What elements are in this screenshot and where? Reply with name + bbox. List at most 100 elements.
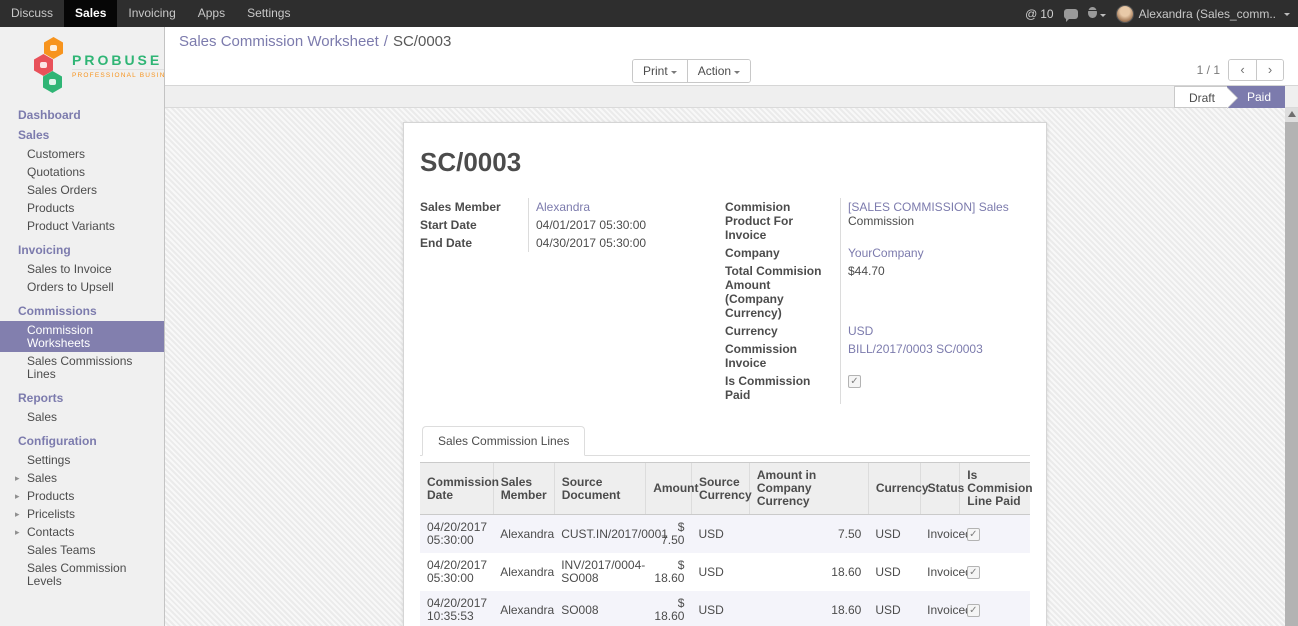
sidebar-item-commission-worksheets[interactable]: Commission Worksheets xyxy=(0,321,164,352)
pager-previous-button[interactable]: ‹ xyxy=(1229,60,1256,80)
sidebar-item-config-contacts[interactable]: ▸Contacts xyxy=(0,523,164,541)
form-view-background: SC/0003 Sales Member Alexandra Start Dat… xyxy=(165,108,1298,626)
debug-menu[interactable] xyxy=(1088,7,1106,21)
commission-product-link[interactable]: [SALES COMMISSION] Sales xyxy=(848,200,1009,214)
cell-amount-company: 7.50 xyxy=(749,515,868,554)
sidebar-item-products[interactable]: Products xyxy=(0,199,164,217)
sidebar-section-invoicing[interactable]: Invoicing xyxy=(0,240,164,260)
column-header-sales-member[interactable]: Sales Member xyxy=(493,463,554,515)
sidebar-nav: Dashboard Sales Customers Quotations Sal… xyxy=(0,105,164,600)
nav-item-sales[interactable]: Sales xyxy=(64,0,117,27)
field-value-sales-member[interactable]: Alexandra xyxy=(536,200,590,214)
top-nav: Discuss Sales Invoicing Apps Settings @ … xyxy=(0,0,1298,27)
sidebar-section-reports[interactable]: Reports xyxy=(0,388,164,408)
table-row[interactable]: 04/20/2017 05:30:00 Alexandra CUST.IN/20… xyxy=(420,515,1030,554)
sidebar-item-reports-sales[interactable]: Sales xyxy=(0,408,164,426)
sidebar-section-configuration[interactable]: Configuration xyxy=(0,431,164,451)
chat-bubble-icon[interactable] xyxy=(1064,9,1078,19)
form-sheet: SC/0003 Sales Member Alexandra Start Dat… xyxy=(403,122,1047,626)
field-value-commission-product: [SALES COMMISSION] Sales Commission xyxy=(840,198,1030,244)
cell-source-document: INV/2017/0004-SO008 xyxy=(554,553,646,591)
column-header-source-currency[interactable]: Source Currency xyxy=(691,463,749,515)
column-header-amount-company-currency[interactable]: Amount in Company Currency xyxy=(749,463,868,515)
commission-lines-table: Commission Date Sales Member Source Docu… xyxy=(420,462,1030,626)
nav-item-discuss[interactable]: Discuss xyxy=(0,0,64,27)
breadcrumb: Sales Commission Worksheet / SC/0003 xyxy=(165,27,1298,56)
sidebar-item-orders-to-upsell[interactable]: Orders to Upsell xyxy=(0,278,164,296)
caret-down-icon xyxy=(671,71,677,77)
logo-hexagons-icon xyxy=(34,37,68,93)
pager-counter: 1 / 1 xyxy=(1197,63,1220,77)
nav-item-invoicing[interactable]: Invoicing xyxy=(117,0,186,27)
sidebar-item-settings[interactable]: Settings xyxy=(0,451,164,469)
field-value-start-date: 04/01/2017 05:30:00 xyxy=(528,216,725,234)
sidebar-item-sales-to-invoice[interactable]: Sales to Invoice xyxy=(0,260,164,278)
hexagon-orange-icon xyxy=(44,37,63,59)
action-button-group: Print Action xyxy=(632,59,751,83)
cell-currency: USD xyxy=(868,515,920,554)
nav-item-apps[interactable]: Apps xyxy=(187,0,236,27)
nav-item-settings[interactable]: Settings xyxy=(236,0,301,27)
expand-arrow-icon: ▸ xyxy=(15,526,27,539)
action-button[interactable]: Action xyxy=(687,60,750,82)
cell-currency: USD xyxy=(868,591,920,626)
field-value-company[interactable]: YourCompany xyxy=(848,246,924,260)
field-value-commission-invoice[interactable]: BILL/2017/0003 SC/0003 xyxy=(848,342,983,356)
checkmark-icon: ✓ xyxy=(969,529,977,540)
is-commission-paid-checkbox: ✓ xyxy=(848,375,861,388)
sidebar-item-sales-commissions-lines[interactable]: Sales Commissions Lines xyxy=(0,352,164,383)
control-panel: Print Action 1 / 1 ‹ › xyxy=(165,56,1298,86)
print-button[interactable]: Print xyxy=(633,60,687,82)
caret-down-icon xyxy=(1100,14,1106,20)
sidebar-item-sales-orders[interactable]: Sales Orders xyxy=(0,181,164,199)
field-value-end-date: 04/30/2017 05:30:00 xyxy=(528,234,725,252)
app-logo: PROBUSE PROFESSIONAL BUSINESS xyxy=(0,27,164,105)
sidebar-item-sales-teams[interactable]: Sales Teams xyxy=(0,541,164,559)
column-header-is-commission-line-paid[interactable]: Is Commision Line Paid xyxy=(960,463,1030,515)
sidebar-item-config-products[interactable]: ▸Products xyxy=(0,487,164,505)
field-label-end-date: End Date xyxy=(420,234,528,252)
sidebar-item-product-variants[interactable]: Product Variants xyxy=(0,217,164,235)
user-name: Alexandra (Sales_comm.. xyxy=(1139,7,1276,21)
breadcrumb-current: SC/0003 xyxy=(393,33,451,50)
cell-sales-member: Alexandra xyxy=(493,553,554,591)
cell-source-currency: USD xyxy=(691,591,749,626)
record-title: SC/0003 xyxy=(420,147,1030,178)
mention-count: 10 xyxy=(1040,7,1053,21)
table-row[interactable]: 04/20/2017 05:30:00 Alexandra INV/2017/0… xyxy=(420,553,1030,591)
sidebar-item-config-pricelists[interactable]: ▸Pricelists xyxy=(0,505,164,523)
scrollbar-up-arrow[interactable] xyxy=(1285,108,1298,122)
field-value-total-commission: $44.70 xyxy=(840,262,1030,322)
mentions-counter[interactable]: @ 10 xyxy=(1025,7,1054,21)
pager-buttons: ‹ › xyxy=(1228,59,1284,81)
caret-down-icon xyxy=(734,71,740,77)
status-steps: Draft Paid xyxy=(1174,86,1285,108)
sidebar-section-sales[interactable]: Sales xyxy=(0,125,164,145)
commission-product-rest: Commission xyxy=(848,214,914,228)
column-header-source-document[interactable]: Source Document xyxy=(554,463,646,515)
breadcrumb-parent-link[interactable]: Sales Commission Worksheet xyxy=(179,33,379,50)
cell-sales-member: Alexandra xyxy=(493,515,554,554)
cell-source-currency: USD xyxy=(691,515,749,554)
top-nav-menu: Discuss Sales Invoicing Apps Settings xyxy=(0,0,301,27)
column-header-amount[interactable]: Amount xyxy=(646,463,692,515)
sidebar-item-customers[interactable]: Customers xyxy=(0,145,164,163)
sidebar-section-commissions[interactable]: Commissions xyxy=(0,301,164,321)
status-step-draft[interactable]: Draft xyxy=(1174,86,1227,108)
pager-next-button[interactable]: › xyxy=(1256,60,1283,80)
table-row[interactable]: 04/20/2017 10:35:53 Alexandra SO008 $ 18… xyxy=(420,591,1030,626)
column-header-commission-date[interactable]: Commission Date xyxy=(420,463,493,515)
tab-sales-commission-lines[interactable]: Sales Commission Lines xyxy=(422,426,585,456)
sidebar-item-config-sales[interactable]: ▸Sales xyxy=(0,469,164,487)
sidebar-item-quotations[interactable]: Quotations xyxy=(0,163,164,181)
sidebar-item-dashboard[interactable]: Dashboard xyxy=(0,105,164,125)
field-value-currency[interactable]: USD xyxy=(848,324,873,338)
scrollbar-thumb[interactable] xyxy=(1285,122,1298,626)
line-paid-checkbox: ✓ xyxy=(967,528,980,541)
expand-arrow-icon: ▸ xyxy=(15,472,27,485)
user-menu[interactable]: Alexandra (Sales_comm.. xyxy=(1116,5,1290,23)
sidebar-item-sales-commission-levels[interactable]: Sales Commission Levels xyxy=(0,559,164,590)
column-header-currency[interactable]: Currency xyxy=(868,463,920,515)
vertical-scrollbar[interactable] xyxy=(1285,108,1298,626)
sidebar-item-label: Contacts xyxy=(27,526,74,539)
